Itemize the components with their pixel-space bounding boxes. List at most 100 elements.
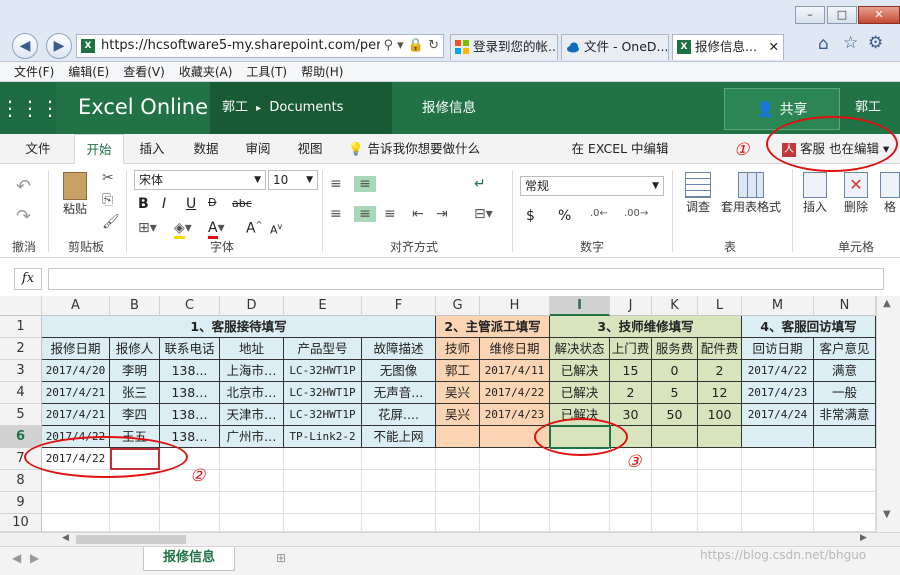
row-header-4[interactable]: 4 — [0, 382, 42, 404]
field-header[interactable]: 服务费 — [652, 338, 698, 360]
app-launcher-icon[interactable]: ⋮⋮⋮ — [0, 82, 60, 134]
table-cell[interactable]: 张三 — [110, 382, 160, 404]
table-cell[interactable]: 2017/4/23 — [480, 404, 550, 426]
edit-in-excel-button[interactable]: 在 EXCEL 中编辑 — [570, 134, 670, 164]
table-cell[interactable]: 满意 — [814, 360, 876, 382]
empty-cell[interactable] — [480, 492, 550, 514]
table-cell[interactable]: 138… — [160, 404, 220, 426]
tell-me-box[interactable]: 💡 告诉我你想要做什么 — [348, 134, 498, 164]
column-header-e[interactable]: E — [284, 296, 362, 316]
scroll-right-icon[interactable]: ▶ — [860, 533, 867, 543]
table-cell[interactable]: LC-32HWT1P — [284, 404, 362, 426]
field-header[interactable]: 报修人 — [110, 338, 160, 360]
align-left-icon[interactable]: ≡ — [330, 206, 342, 222]
column-header-f[interactable]: F — [362, 296, 436, 316]
section-header[interactable]: 2、主管派工填写 — [436, 316, 550, 338]
tab-insert[interactable]: 插入 — [130, 134, 174, 164]
empty-cell[interactable] — [284, 514, 362, 532]
empty-cell[interactable] — [362, 514, 436, 532]
scroll-up-icon[interactable]: ▲ — [883, 298, 891, 309]
menu-edit[interactable]: 编辑(E) — [61, 62, 116, 82]
empty-cell[interactable] — [814, 470, 876, 492]
column-header-c[interactable]: C — [160, 296, 220, 316]
url-action-icons[interactable]: ⚲ ▾ 🔒 ↻ — [380, 35, 439, 57]
empty-cell[interactable] — [550, 492, 610, 514]
decrease-indent-icon[interactable]: ⇤ — [412, 206, 424, 222]
table-cell[interactable]: 不能上网 — [362, 426, 436, 448]
scroll-thumb[interactable] — [76, 535, 186, 544]
scroll-left-icon[interactable]: ◀ — [62, 533, 69, 543]
table-cell[interactable]: 2017/4/23 — [742, 382, 814, 404]
breadcrumb[interactable]: 郭工 ▸ Documents — [210, 82, 392, 134]
table-cell[interactable]: 2017/4/22 — [742, 360, 814, 382]
column-header-j[interactable]: J — [610, 296, 652, 316]
forward-button[interactable]: ▶ — [46, 33, 72, 59]
undo-icon[interactable]: ↶ — [16, 176, 31, 197]
breadcrumb-folder[interactable]: Documents — [269, 100, 343, 115]
align-top-icon[interactable]: ≡ — [330, 176, 342, 192]
column-header-l[interactable]: L — [698, 296, 742, 316]
format-painter-icon[interactable]: 🖌 — [102, 214, 120, 230]
row-header-9[interactable]: 9 — [0, 492, 42, 514]
table-cell[interactable]: 2017/4/21 — [42, 404, 110, 426]
empty-cell[interactable] — [742, 492, 814, 514]
table-cell[interactable]: 2017/4/11 — [480, 360, 550, 382]
font-color-icon[interactable]: A▾ — [208, 220, 225, 239]
field-header[interactable]: 故障描述 — [362, 338, 436, 360]
column-header-g[interactable]: G — [436, 296, 480, 316]
table-cell[interactable]: 0 — [652, 360, 698, 382]
bold-button[interactable]: B — [138, 196, 149, 212]
menu-tools[interactable]: 工具(T) — [239, 62, 294, 82]
table-cell[interactable] — [742, 426, 814, 448]
empty-cell[interactable] — [220, 448, 284, 470]
empty-cell[interactable] — [284, 448, 362, 470]
table-cell[interactable]: LC-32HWT1P — [284, 382, 362, 404]
star-icon[interactable]: ☆ — [843, 33, 858, 53]
column-header-h[interactable]: H — [480, 296, 550, 316]
section-header[interactable]: 4、客服回访填写 — [742, 316, 876, 338]
tab-onedrive[interactable]: 文件 - OneD... — [561, 34, 669, 60]
empty-cell[interactable] — [220, 470, 284, 492]
field-header[interactable]: 回访日期 — [742, 338, 814, 360]
empty-cell[interactable] — [742, 470, 814, 492]
table-cell[interactable]: 一般 — [814, 382, 876, 404]
table-cell[interactable] — [652, 426, 698, 448]
table-cell[interactable] — [814, 426, 876, 448]
row-header-8[interactable]: 8 — [0, 470, 42, 492]
table-cell[interactable]: 上海市… — [220, 360, 284, 382]
row-header-5[interactable]: 5 — [0, 404, 42, 426]
tab-login[interactable]: 登录到您的帐... — [450, 34, 558, 60]
table-cell[interactable]: 2 — [698, 360, 742, 382]
empty-cell[interactable] — [220, 514, 284, 532]
table-cell[interactable]: 北京市… — [220, 382, 284, 404]
table-cell[interactable]: 2017/4/22 — [480, 382, 550, 404]
increase-font-icon[interactable]: A^ — [246, 220, 262, 237]
increase-decimal-icon[interactable]: .0← — [590, 208, 608, 219]
tab-home[interactable]: 开始 — [74, 134, 124, 164]
empty-cell[interactable] — [652, 492, 698, 514]
breadcrumb-owner[interactable]: 郭工 — [222, 100, 248, 115]
table-cell[interactable]: 无图像 — [362, 360, 436, 382]
table-cell[interactable]: 天津市… — [220, 404, 284, 426]
table-cell[interactable]: LC-32HWT1P — [284, 360, 362, 382]
table-cell[interactable]: 非常满意 — [814, 404, 876, 426]
table-cell[interactable]: 无声音... — [362, 382, 436, 404]
empty-cell[interactable] — [698, 514, 742, 532]
empty-cell[interactable] — [436, 492, 480, 514]
formula-input[interactable] — [48, 268, 884, 290]
increase-indent-icon[interactable]: ⇥ — [436, 206, 448, 222]
next-sheet-icon[interactable]: ▶ — [30, 551, 39, 565]
table-cell[interactable]: 2 — [610, 382, 652, 404]
empty-cell[interactable] — [550, 514, 610, 532]
table-cell[interactable]: 李明 — [110, 360, 160, 382]
decrease-decimal-icon[interactable]: .00→ — [624, 208, 648, 219]
table-cell[interactable]: 138... — [160, 360, 220, 382]
field-header[interactable]: 配件费 — [698, 338, 742, 360]
table-cell[interactable] — [436, 426, 480, 448]
table-cell[interactable] — [698, 426, 742, 448]
borders-icon[interactable]: ⊞▾ — [138, 220, 157, 236]
table-cell[interactable]: TP-Link2-2 — [284, 426, 362, 448]
section-header[interactable]: 3、技师维修填写 — [550, 316, 742, 338]
table-cell[interactable]: 100 — [698, 404, 742, 426]
empty-cell[interactable] — [480, 448, 550, 470]
